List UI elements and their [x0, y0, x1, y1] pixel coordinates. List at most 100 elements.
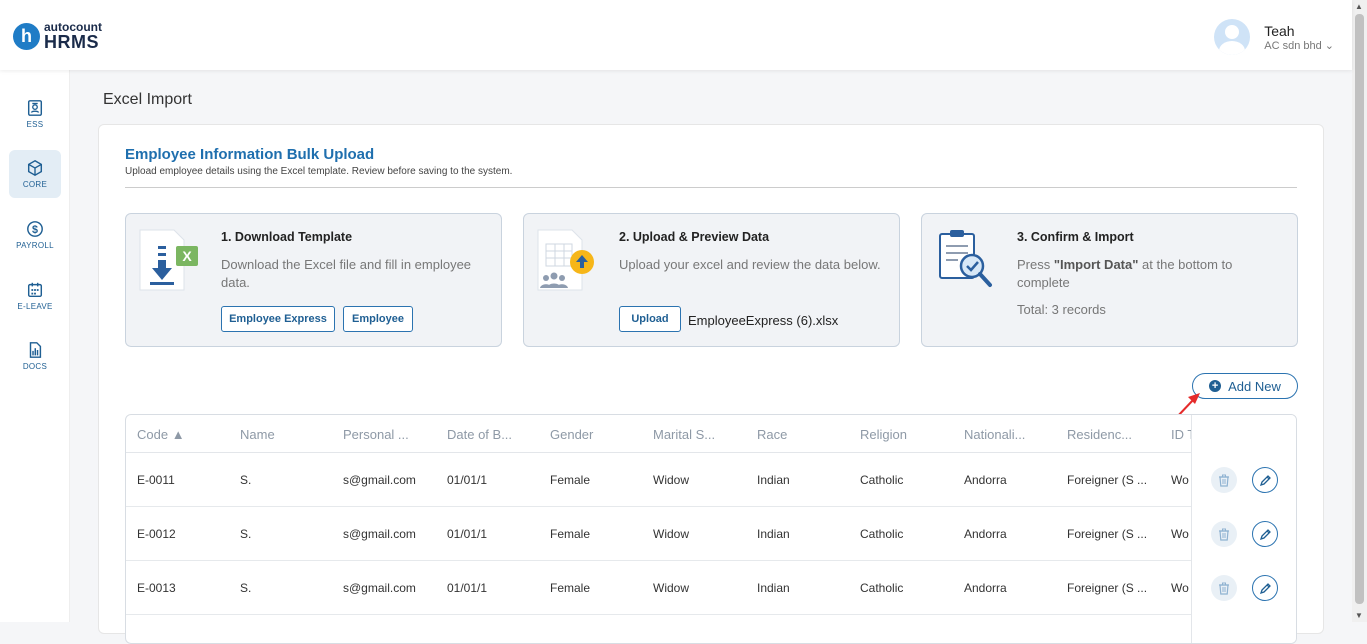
step-title: 1. Download Template	[221, 230, 353, 244]
id-card-icon	[27, 100, 43, 116]
upload-preview-icon	[537, 229, 594, 291]
column-header[interactable]: Name	[240, 427, 275, 442]
avatar[interactable]	[1214, 19, 1251, 55]
table-cell: Indian	[757, 581, 790, 595]
table-cell: S.	[240, 581, 252, 595]
column-header[interactable]: Race	[757, 427, 787, 442]
sidebar-item-core[interactable]: CORE	[9, 150, 61, 198]
column-header[interactable]: Code ▲	[137, 427, 185, 442]
scrollbar-thumb[interactable]	[1355, 14, 1364, 604]
edit-button[interactable]	[1252, 521, 1278, 547]
app-logo[interactable]: h autocount HRMS	[13, 21, 102, 51]
employee-preview-table: Code ▲ Name Personal ... Date of B... Gender…	[125, 414, 1297, 644]
user-menu[interactable]: Teah AC sdn bhd ⌄	[1214, 19, 1334, 55]
actions-column	[1191, 415, 1296, 643]
dollar-icon: $	[27, 221, 43, 237]
card-subtitle: Upload employee details using the Excel …	[125, 166, 513, 177]
table-row[interactable]: E-0013 S. s@gmail.com 01/01/1 Female Widow Ind…	[126, 561, 1296, 615]
table-cell: Female	[550, 581, 591, 595]
upload-button[interactable]: Upload	[619, 306, 681, 332]
sidebar-item-label: E-LEAVE	[17, 302, 53, 311]
step-title: 2. Upload & Preview Data	[619, 230, 770, 244]
delete-button[interactable]	[1211, 521, 1237, 547]
step-confirm-import: 3. Confirm & Import Press "Import Data" …	[921, 213, 1298, 347]
table-cell: Catholic	[860, 473, 904, 487]
column-header[interactable]: Residenc...	[1067, 427, 1132, 442]
column-header[interactable]: Gender	[550, 427, 593, 442]
table-cell: Wo	[1171, 473, 1189, 487]
user-info[interactable]: Teah AC sdn bhd ⌄	[1264, 23, 1334, 52]
desc-pre: Press	[1017, 257, 1054, 272]
company-selector[interactable]: AC sdn bhd ⌄	[1264, 39, 1334, 52]
pencil-icon	[1259, 474, 1271, 486]
logo-wordmark: autocount HRMS	[44, 21, 102, 51]
column-header[interactable]: Personal ...	[343, 427, 409, 442]
step-upload-preview: 2. Upload & Preview Data Upload your exc…	[523, 213, 900, 347]
employee-express-template-button[interactable]: Employee Express	[221, 306, 335, 332]
sidebar-item-payroll[interactable]: $ PAYROLL	[9, 211, 61, 259]
sidebar-item-ess[interactable]: ESS	[9, 90, 61, 138]
sidebar-item-docs[interactable]: DOCS	[9, 332, 61, 380]
trash-icon	[1219, 528, 1229, 541]
step-description: Download the Excel file and fill in empl…	[221, 257, 472, 290]
table-cell: 01/01/1	[447, 527, 488, 541]
column-header[interactable]: Nationali...	[964, 427, 1025, 442]
table-row[interactable]: E-0012 S. s@gmail.com 01/01/1 Female Widow Ind…	[126, 507, 1296, 561]
table-cell: s@gmail.com	[343, 527, 416, 541]
employee-template-button[interactable]: Employee	[343, 306, 413, 332]
table-header: Code ▲ Name Personal ... Date of B... Gender…	[126, 415, 1296, 453]
table-cell: Widow	[653, 581, 690, 595]
edit-button[interactable]	[1252, 467, 1278, 493]
pencil-icon	[1259, 528, 1271, 540]
desc-bold: "Import Data"	[1053, 257, 1139, 272]
delete-button[interactable]	[1211, 575, 1237, 601]
step-title: 3. Confirm & Import	[1017, 230, 1134, 244]
table-cell: Catholic	[860, 527, 904, 541]
delete-button[interactable]	[1211, 467, 1237, 493]
sidebar-item-label: DOCS	[22, 362, 48, 371]
table-cell: Female	[550, 527, 591, 541]
column-header[interactable]: Marital S...	[653, 427, 715, 442]
table-cell: 01/01/1	[447, 473, 488, 487]
calendar-icon	[27, 282, 43, 298]
table-cell: Foreigner (S ...	[1067, 527, 1148, 541]
trash-icon	[1219, 474, 1229, 487]
sidebar: ESS CORE $ PAYROLL E-LEAVE DOCS	[0, 70, 70, 622]
table-cell: s@gmail.com	[343, 581, 416, 595]
table-cell: E-0012	[137, 527, 176, 541]
table-cell: s@gmail.com	[343, 473, 416, 487]
uploaded-file-name: EmployeeExpress (6).xlsx	[688, 313, 839, 328]
table-cell: Catholic	[860, 581, 904, 595]
table-cell: Foreigner (S ...	[1067, 581, 1148, 595]
table-cell: Foreigner (S ...	[1067, 473, 1148, 487]
column-header[interactable]: Date of B...	[447, 427, 512, 442]
chevron-down-icon: ⌄	[1324, 39, 1334, 52]
card-title: Employee Information Bulk Upload	[125, 146, 375, 163]
table-cell: Wo	[1171, 581, 1189, 595]
table-cell: 01/01/1	[447, 581, 488, 595]
scroll-down-icon[interactable]: ▼	[1355, 611, 1363, 620]
table-row[interactable]: E-0011 S. s@gmail.com 01/01/1 Female Widow Ind…	[126, 453, 1296, 507]
bulk-upload-card: Employee Information Bulk Upload Upload …	[98, 124, 1324, 644]
table-cell: E-0013	[137, 581, 176, 595]
scrollbar[interactable]: ▲ ▼	[1352, 0, 1367, 622]
total-records: Total: 3 records	[1017, 302, 1106, 317]
clipboard-check-icon	[939, 230, 992, 287]
plus-circle-icon: +	[1209, 380, 1222, 392]
document-icon	[29, 342, 42, 358]
column-header[interactable]: Religion	[860, 427, 907, 442]
scroll-up-icon[interactable]: ▲	[1355, 2, 1363, 11]
table-cell: Widow	[653, 473, 690, 487]
svg-text:$: $	[32, 224, 38, 236]
sidebar-item-e-leave[interactable]: E-LEAVE	[9, 272, 61, 320]
logo-mark: h	[13, 22, 40, 50]
table-cell: S.	[240, 473, 252, 487]
add-new-button[interactable]: + Add New	[1192, 373, 1298, 399]
edit-button[interactable]	[1252, 575, 1278, 601]
table-cell: Widow	[653, 527, 690, 541]
table-cell: Indian	[757, 527, 790, 541]
table-cell: Andorra	[964, 581, 1007, 595]
table-cell: Female	[550, 473, 591, 487]
trash-icon	[1219, 582, 1229, 595]
table-cell: Wo	[1171, 527, 1189, 541]
